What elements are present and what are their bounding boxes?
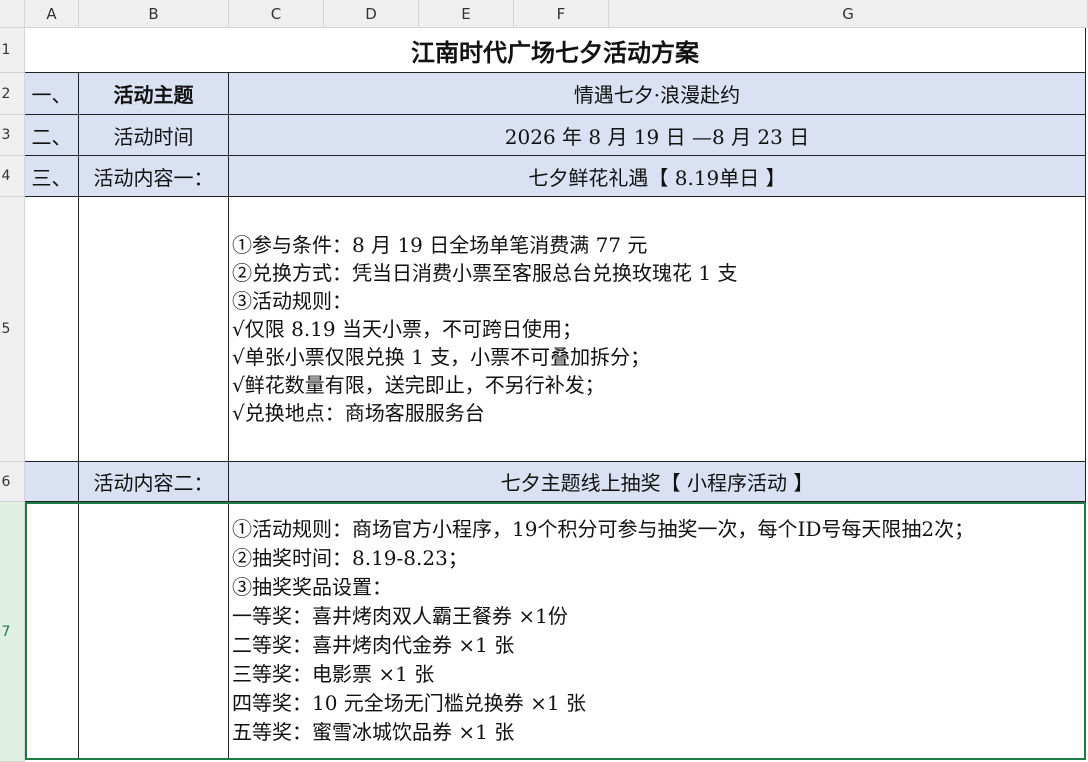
cell-c3-time-value[interactable]: 2026 年 8 月 19 日 —8 月 23 日	[229, 115, 1086, 156]
content2-line: ③抽奖奖品设置：	[232, 574, 392, 599]
column-header-a[interactable]: A	[25, 0, 79, 28]
content2-lines: ①活动规则：商场官方小程序，19个积分可参与抽奖一次，每个ID号每天限抽2次； …	[232, 515, 974, 747]
row-header-label: 2	[1, 85, 11, 102]
cell-b6-content2-label[interactable]: 活动内容二：	[79, 462, 229, 502]
row-header-label: 1	[1, 42, 11, 58]
cell-c4-content1-value[interactable]: 七夕鲜花礼遇【 8.19单日 】	[229, 156, 1086, 197]
column-header-f[interactable]: F	[514, 0, 609, 28]
sheet-title[interactable]: 江南时代广场七夕活动方案	[25, 28, 1086, 73]
cell-a5[interactable]	[25, 197, 79, 462]
row-header-3[interactable]: 3	[0, 115, 25, 156]
column-header-e[interactable]: E	[419, 0, 514, 28]
content2-line: 五等奖：蜜雪冰城饮品券 ×1 张	[232, 719, 515, 744]
content2-line: ①活动规则：商场官方小程序，19个积分可参与抽奖一次，每个ID号每天限抽2次；	[232, 516, 975, 541]
row-header-1[interactable]: 1	[0, 28, 25, 73]
cell-b7[interactable]	[79, 502, 229, 760]
cell-a6[interactable]	[25, 462, 79, 502]
row-header-5[interactable]: 5	[0, 197, 25, 462]
cell-a2[interactable]: 一、	[25, 73, 79, 115]
column-header-c[interactable]: C	[229, 0, 324, 28]
row-header-2[interactable]: 2	[0, 73, 25, 115]
row-header-4[interactable]: 4	[0, 156, 25, 197]
cell-a7[interactable]	[25, 502, 79, 760]
cell-b2-theme-label[interactable]: 活动主题	[79, 73, 229, 115]
row-header-label: 5	[1, 321, 11, 337]
row-header-6[interactable]: 6	[0, 462, 25, 502]
content2-line: 一等奖：喜井烤肉双人霸王餐券 ×1份	[232, 603, 568, 628]
cell-b4-content1-label[interactable]: 活动内容一：	[79, 156, 229, 197]
row-header-7[interactable]: 7	[0, 502, 25, 762]
sheet-corner[interactable]	[0, 0, 25, 28]
content1-line: ②兑换方式：凭当日消费小票至客服总台兑换玫瑰花 1 支	[232, 261, 738, 285]
content2-line: 四等奖：10 元全场无门槛兑换券 ×1 张	[232, 690, 587, 715]
content2-line: 三等奖：电影票 ×1 张	[232, 661, 435, 686]
cell-a4[interactable]: 三、	[25, 156, 79, 197]
content1-line: ③活动规则：	[232, 289, 352, 313]
content2-line: ②抽奖时间：8.19-8.23；	[232, 545, 468, 570]
content1-lines: ①参与条件：8 月 19 日全场单笔消费满 77 元 ②兑换方式：凭当日消费小票…	[232, 231, 737, 427]
content1-line: √单张小票仅限兑换 1 支，小票不可叠加拆分；	[232, 345, 651, 369]
cell-b5[interactable]	[79, 197, 229, 462]
row-header-label: 7	[1, 623, 11, 640]
cell-a3[interactable]: 二、	[25, 115, 79, 156]
row-header-label: 3	[1, 127, 11, 143]
content1-line: √兑换地点：商场客服服务台	[232, 401, 485, 425]
column-header-b[interactable]: B	[79, 0, 229, 28]
column-header-d[interactable]: D	[324, 0, 419, 28]
cell-c7-content2-details[interactable]: ①活动规则：商场官方小程序，19个积分可参与抽奖一次，每个ID号每天限抽2次； …	[229, 502, 1086, 760]
content1-line: ①参与条件：8 月 19 日全场单笔消费满 77 元	[232, 233, 648, 257]
column-header-g[interactable]: G	[609, 0, 1088, 28]
cell-c6-content2-value[interactable]: 七夕主题线上抽奖【 小程序活动 】	[229, 462, 1086, 502]
row-header-label: 4	[1, 168, 11, 184]
cell-c5-content1-details[interactable]: ①参与条件：8 月 19 日全场单笔消费满 77 元 ②兑换方式：凭当日消费小票…	[229, 197, 1086, 462]
cell-c2-theme-value[interactable]: 情遇七夕·浪漫赴约	[229, 73, 1086, 115]
content2-line: 二等奖：喜井烤肉代金券 ×1 张	[232, 632, 515, 657]
row-header-label: 6	[1, 473, 11, 490]
content1-line: √鲜花数量有限，送完即止，不另行补发；	[232, 373, 605, 397]
content1-line: √仅限 8.19 当天小票，不可跨日使用；	[232, 317, 582, 341]
cell-b3-time-label[interactable]: 活动时间	[79, 115, 229, 156]
